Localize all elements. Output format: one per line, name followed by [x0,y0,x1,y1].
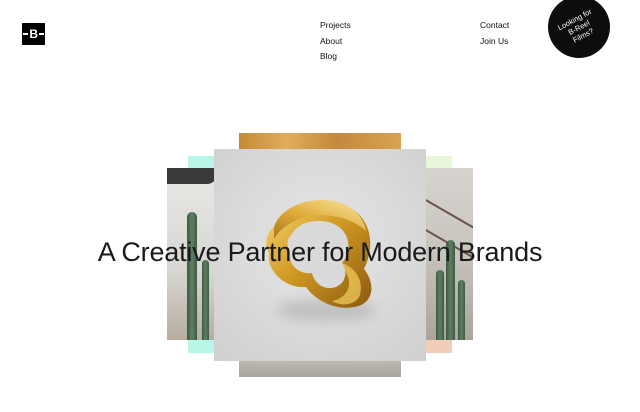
nav-link-contact[interactable]: Contact [480,18,509,34]
cactus-shape [187,212,197,340]
nav-link-join-us[interactable]: Join Us [480,34,509,50]
primary-nav: Projects About Blog [320,18,351,65]
brand-logo[interactable]: B [22,23,45,45]
cactus-shape [458,280,465,340]
secondary-nav: Contact Join Us [480,18,509,49]
films-badge-label: Looking for B-Reel Films? [556,6,596,45]
stair-rail [424,198,473,230]
nav-link-projects[interactable]: Projects [320,18,351,34]
lamp-shape [167,168,217,184]
cactus-shape [436,270,444,340]
nav-link-about[interactable]: About [320,34,351,50]
films-badge-button[interactable]: Looking for B-Reel Films? [548,0,610,58]
cactus-shape [202,260,209,340]
nav-link-blog[interactable]: Blog [320,49,351,65]
hero-headline: A Creative Partner for Modern Brands [97,237,543,267]
